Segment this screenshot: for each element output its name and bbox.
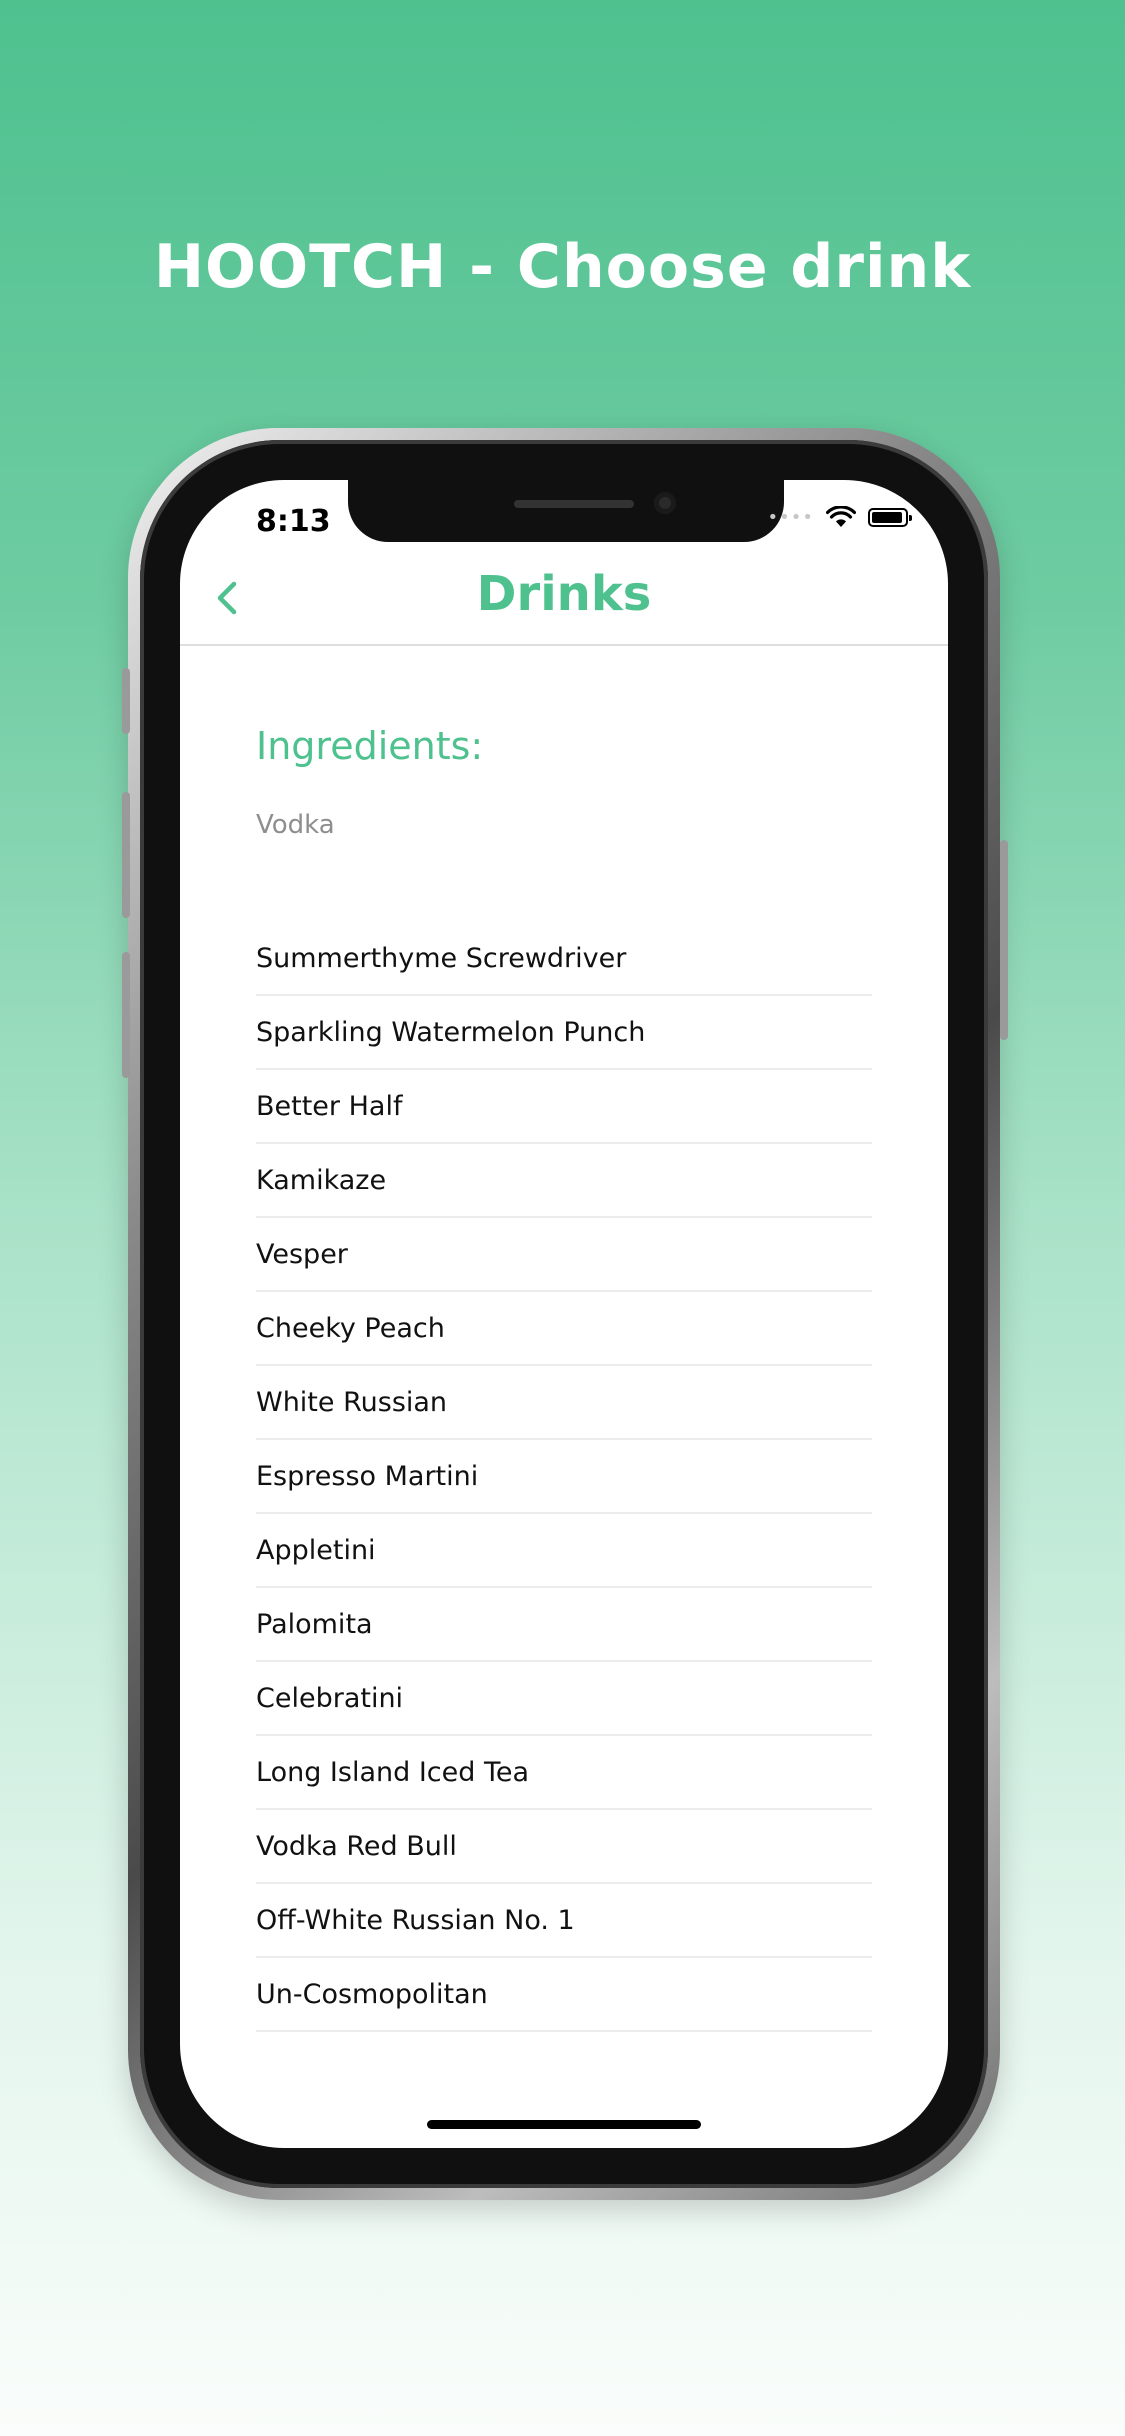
drink-list-item[interactable]: Better Half [256,1070,872,1144]
nav-title: Drinks [476,566,652,622]
battery-icon [868,507,912,527]
notch [348,480,784,542]
home-indicator[interactable] [427,2120,701,2129]
drink-list-item[interactable]: Summerthyme Screwdriver [256,922,872,996]
drink-list-item[interactable]: Kamikaze [256,1144,872,1218]
drink-list-item[interactable]: Vesper [256,1218,872,1292]
speaker-grille [514,500,634,508]
navigation-bar: Drinks [180,550,948,646]
phone-power-button [1000,840,1008,1040]
wifi-icon [826,506,856,527]
promo-headline: HOOTCH - Choose drink [153,232,972,302]
front-camera [654,492,676,514]
drink-list-item[interactable]: Appletini [256,1514,872,1588]
drink-list: Summerthyme Screwdriver Sparkling Waterm… [256,922,872,2032]
drink-list-item[interactable]: Sparkling Watermelon Punch [256,996,872,1070]
drink-list-item[interactable]: Cheeky Peach [256,1292,872,1366]
phone-volume-down [122,952,130,1078]
drink-list-item[interactable]: Vodka Red Bull [256,1810,872,1884]
drink-list-item[interactable]: Un-Cosmopolitan [256,1958,872,2032]
drink-list-item[interactable]: Espresso Martini [256,1440,872,1514]
drink-list-item[interactable]: Celebratini [256,1662,872,1736]
status-time: 8:13 [256,504,331,539]
ingredients-heading: Ingredients: [256,724,484,768]
phone-screen: 8:13 •••• Drinks Ingredients: Vodka Summ… [180,480,948,2148]
drink-list-item[interactable]: Long Island Iced Tea [256,1736,872,1810]
signal-icon: •••• [767,506,814,528]
ingredient-item: Vodka [256,810,335,840]
phone-volume-up [122,792,130,918]
phone-silent-switch [122,668,130,734]
drink-list-item[interactable]: Off-White Russian No. 1 [256,1884,872,1958]
drink-list-item[interactable]: Palomita [256,1588,872,1662]
status-icons: •••• [767,506,912,528]
drink-list-item[interactable]: White Russian [256,1366,872,1440]
